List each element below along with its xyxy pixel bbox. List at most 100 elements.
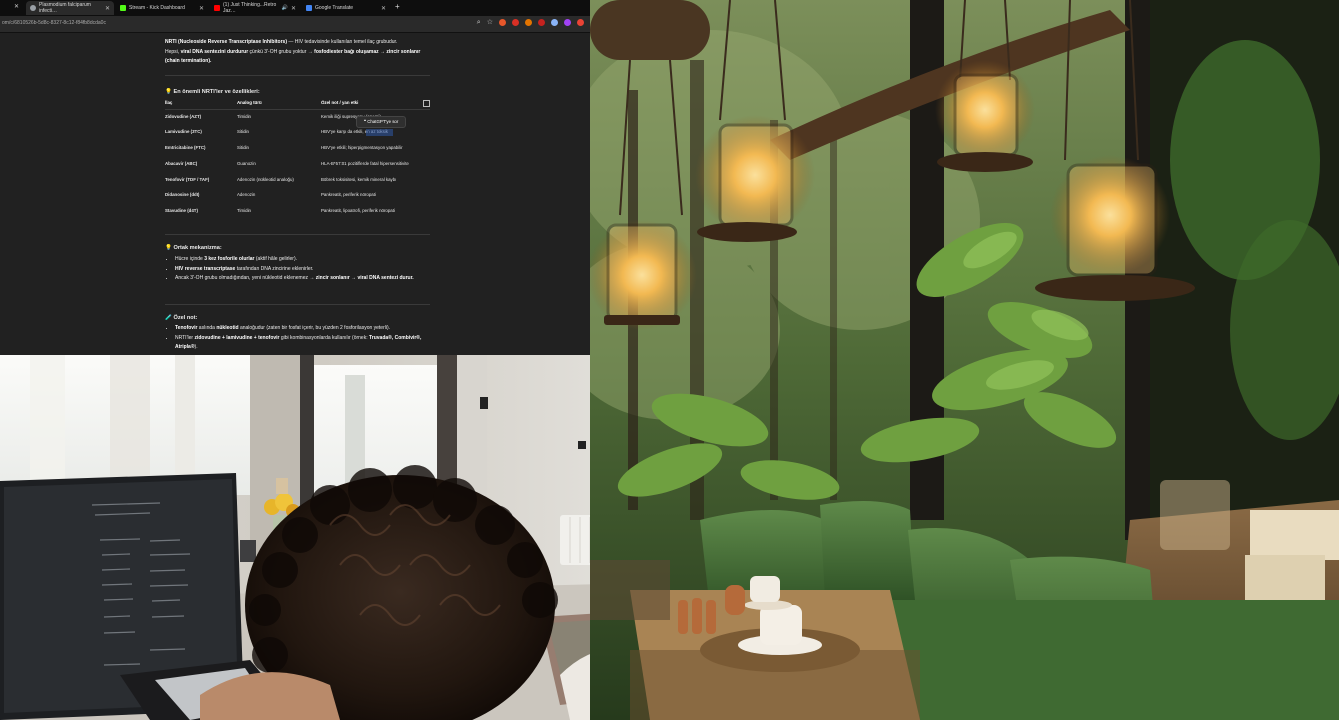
cell-analog: Guanozin bbox=[237, 161, 256, 166]
tab-kick-dashboard[interactable]: Stream - Kick Dashboard ✕ bbox=[116, 1, 208, 15]
tab-youtube-retro-jazz[interactable]: (1) Just Thinking...Retro Jaz… 🔊 ✕ bbox=[210, 1, 300, 15]
address-bar[interactable]: om/c/6810526b-5d8c-8327-8c12-f84fb8dcda0… bbox=[0, 16, 590, 33]
intro-bold: viral DNA sentezini durdurur bbox=[180, 48, 249, 55]
cell-analog: Sitidin bbox=[237, 145, 249, 150]
bookmark-star-icon[interactable]: ☆ bbox=[487, 19, 493, 27]
divider bbox=[165, 304, 430, 305]
tab-plasmodium[interactable]: Plasmodium falciparum infecti… ✕ bbox=[26, 1, 114, 15]
text-bold: zidovudine + lamivudine + tenofovir bbox=[194, 334, 280, 341]
close-icon[interactable]: ✕ bbox=[381, 5, 386, 12]
text: NRTI'ler bbox=[175, 334, 195, 341]
cell-analog: Adenozin bbox=[237, 192, 256, 197]
column-header: İlaç bbox=[165, 100, 173, 105]
text: Ancak 3'-OH grubu olmadığından, yeni nük… bbox=[175, 275, 316, 281]
extension-icon[interactable] bbox=[577, 19, 584, 26]
divider bbox=[165, 109, 430, 110]
extension-icon[interactable] bbox=[538, 19, 545, 26]
table-row: Abacavir (ABC) Guanozin HLA-B*57:01 pozi… bbox=[165, 161, 430, 171]
special-note-list: Tenofovir aslında nükleotid analoğudur (… bbox=[165, 324, 435, 353]
wall-socket bbox=[578, 441, 586, 449]
cafe-scene bbox=[590, 0, 1339, 720]
text-bold: 3 kez fosforile olurlar bbox=[204, 256, 255, 262]
tab-google-translate[interactable]: Google Translate ✕ bbox=[302, 1, 390, 15]
browser-window: ✕ Plasmodium falciparum infecti… ✕ Strea… bbox=[0, 0, 590, 355]
text: (aktif hâle gelirler). bbox=[254, 256, 297, 262]
intro-text: çünkü 3'-OH grubu yoktur → bbox=[248, 48, 315, 55]
intro-text: — HIV tedavisinde kullanılan temel ilaç … bbox=[286, 39, 398, 45]
close-icon[interactable]: ✕ bbox=[291, 5, 296, 12]
close-icon[interactable]: ✕ bbox=[199, 5, 204, 12]
text: tarafından DNA zincirine eklenirler. bbox=[235, 265, 314, 272]
divider bbox=[165, 234, 430, 235]
text: ). bbox=[194, 344, 198, 350]
chat-content: NRTI (Nucleoside Reverse Transcriptase I… bbox=[0, 33, 590, 355]
coffee-cup bbox=[750, 576, 780, 602]
cell-drug: Didanosine (ddI) bbox=[165, 192, 200, 197]
tab-label: Stream - Kick Dashboard bbox=[129, 5, 185, 11]
new-tab-button[interactable]: + bbox=[395, 2, 400, 11]
table-row: Emtricitabine (FTC) Sitidin HBV'ye etkil… bbox=[165, 145, 430, 155]
cell-drug: Emtricitabine (FTC) bbox=[165, 145, 206, 150]
cell-note: HLA-B*57:01 pozitiflerde fatal hipersens… bbox=[321, 161, 409, 166]
chatgpt-favicon-icon bbox=[30, 5, 36, 11]
text-bold: zincir sonlanır → viral DNA sentezi duru… bbox=[315, 275, 414, 281]
list-item: NRTI'ler zidovudine + lamivudine + tenof… bbox=[175, 334, 435, 353]
cell-analog: Adenozin (nükleotid analoğu) bbox=[237, 177, 294, 182]
mechanism-list: Hücre içinde 3 kez fosforile olurlar (ak… bbox=[165, 255, 435, 284]
cell-note: Böbrek toksisitesi, kemik mineral kaybı bbox=[321, 177, 397, 182]
speaker-icon[interactable]: 🔊 bbox=[282, 5, 288, 11]
table-row: Didanosine (ddI) Adenozin Pankreatit, pe… bbox=[165, 192, 430, 202]
list-item: Tenofovir aslında nükleotid analoğudur (… bbox=[175, 324, 435, 334]
zoom-icon[interactable]: ⌕ bbox=[477, 19, 481, 27]
close-icon[interactable]: ✕ bbox=[105, 5, 110, 12]
intro-paragraph: NRTI (Nucleoside Reverse Transcriptase I… bbox=[165, 38, 435, 67]
text: analoğudur (zaten bir fosfat içerir, bu … bbox=[238, 325, 391, 331]
cell-analog: Timidin bbox=[237, 114, 251, 119]
text-bold: Tenofovir bbox=[175, 325, 198, 331]
section-heading-nrti: 💡 En önemli NRTI'ler ve özellikleri: bbox=[165, 89, 260, 95]
cell-drug: Lamivudine (3TC) bbox=[165, 129, 202, 134]
list-item: HIV reverse transcriptase tarafından DNA… bbox=[175, 265, 435, 275]
cell-drug: Abacavir (ABC) bbox=[165, 161, 198, 166]
kick-favicon-icon bbox=[120, 5, 126, 11]
google-translate-favicon-icon bbox=[306, 5, 312, 11]
cell-drug: Zidovudine (AZT) bbox=[165, 114, 202, 119]
list-item: Hücre içinde 3 kez fosforile olurlar (ak… bbox=[175, 255, 435, 265]
cell-note: Pankreatit, lipoatrofi, periferik nöropa… bbox=[321, 208, 395, 213]
webcam-feed bbox=[0, 355, 649, 720]
book-box bbox=[1250, 510, 1339, 560]
list-item: Ancak 3'-OH grubu olmadığından, yeni nük… bbox=[175, 274, 435, 284]
cell-note: Pankreatit, periferik nöropati bbox=[321, 192, 376, 197]
intro-bold: NRTI (Nucleoside Reverse Transcriptase I… bbox=[165, 39, 287, 45]
text: gibi kombinasyonlarda kullanılır (örnek: bbox=[279, 334, 369, 341]
cell-analog: Timidin bbox=[237, 208, 251, 213]
close-icon[interactable]: ✕ bbox=[14, 3, 19, 10]
intro-text: Hepsi, bbox=[165, 48, 181, 55]
extension-icon[interactable] bbox=[564, 19, 571, 26]
coffee-cup bbox=[760, 605, 802, 645]
cell-drug: Stavudine (d4T) bbox=[165, 208, 198, 213]
url-text[interactable]: om/c/6810526b-5d8c-8327-8c12-f84fb8dcda0… bbox=[2, 20, 106, 26]
ask-chatgpt-popup[interactable]: ❝ ChatGPT'ye sor bbox=[356, 116, 406, 128]
tab-label: Google Translate bbox=[315, 5, 354, 11]
youtube-favicon-icon bbox=[214, 5, 220, 11]
tab-label: Plasmodium falciparum infecti… bbox=[39, 2, 91, 14]
extension-icon[interactable] bbox=[525, 19, 532, 26]
extension-icon[interactable] bbox=[512, 19, 519, 26]
text-selection bbox=[366, 129, 393, 136]
section-heading-special-note: 🧪 Özel not: bbox=[165, 315, 198, 321]
text-bold: nükleotid bbox=[216, 325, 239, 331]
divider bbox=[165, 75, 430, 76]
cozy-cafe-image bbox=[590, 0, 1339, 720]
cell-note: HBV'ye etkili; hiperpigmentasyon yapabil… bbox=[321, 145, 403, 150]
column-header: Özel not / yan etki bbox=[321, 100, 359, 105]
tab-label: (1) Just Thinking...Retro Jaz… bbox=[223, 2, 277, 14]
table-row: Tenofovir (TDF / TAF) Adenozin (nükleoti… bbox=[165, 177, 430, 187]
column-header: Analog türü bbox=[237, 100, 262, 105]
extension-icon[interactable] bbox=[499, 19, 506, 26]
cell-analog: Sitidin bbox=[237, 129, 249, 134]
webcam-scene bbox=[0, 355, 649, 720]
text: aslında bbox=[197, 325, 217, 331]
text-bold: HIV reverse transcriptase bbox=[175, 265, 236, 272]
extension-icon[interactable] bbox=[551, 19, 558, 26]
